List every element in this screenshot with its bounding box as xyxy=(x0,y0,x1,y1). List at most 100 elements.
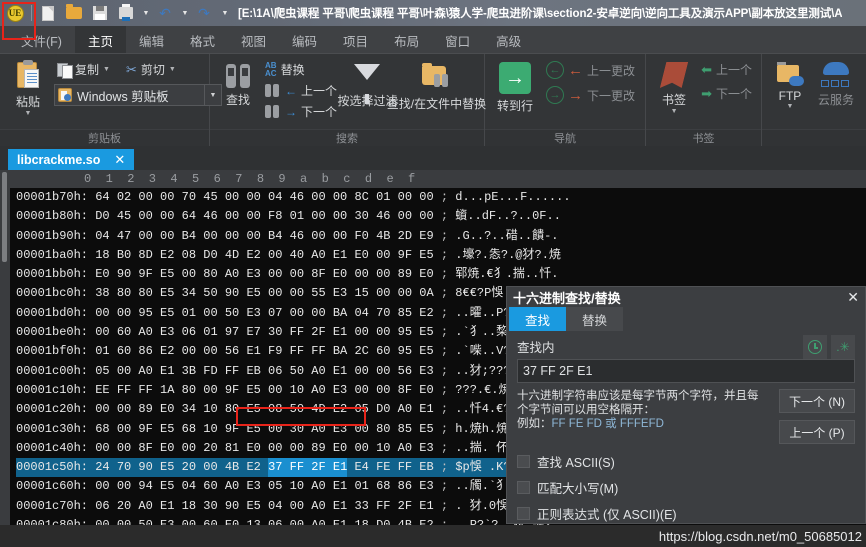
menu-tab-layout[interactable]: 布局 xyxy=(381,26,432,54)
search-input[interactable] xyxy=(517,359,855,383)
cut-button[interactable]: ✂ 剪切 ▼ xyxy=(123,60,179,79)
wildcard-button[interactable]: .✳ xyxy=(831,335,855,359)
dialog-tab-replace[interactable]: 替换 xyxy=(566,307,624,331)
hint-line-2: 个字节间可以用空格隔开： xyxy=(517,404,655,416)
cut-dropdown-caret-icon[interactable]: ▼ xyxy=(169,66,176,73)
ftp-dropdown-caret-icon[interactable]: ▼ xyxy=(787,103,794,110)
bookmark-next-icon: ➡ xyxy=(701,86,712,101)
watermark-url: https://blog.csdn.net/m0_50685012 xyxy=(658,529,862,544)
hex-separator: ; xyxy=(433,382,456,397)
find-prev-button[interactable]: 上一个 (P) xyxy=(779,420,855,444)
hex-row[interactable]: 00001b80h: D0 45 00 00 64 46 00 00 F8 01… xyxy=(16,207,866,226)
goto-line-icon: → xyxy=(499,62,531,94)
document-tab-libcrackme[interactable]: libcrackme.so ✕ xyxy=(8,149,135,170)
menu-tab-encoding[interactable]: 编码 xyxy=(279,26,330,54)
undo-dropdown-caret-icon[interactable]: ▼ xyxy=(180,2,189,24)
title-bar: UE ▼ ↶ ▼ ↷ ▼ [E:\1A\爬虫课程 平哥\爬虫课程 平哥\叶森\猿… xyxy=(0,0,866,26)
dialog-tab-find[interactable]: 查找 xyxy=(509,307,567,331)
checkbox-regex[interactable]: 正则表达式 (仅 ASCII)(E) xyxy=(517,504,855,523)
next-change-button[interactable]: → → 下一更改 xyxy=(543,85,638,105)
hex-ascii: 蠀..dF..?..0F.. xyxy=(455,209,561,224)
menu-tab-view[interactable]: 视图 xyxy=(228,26,279,54)
hex-row[interactable]: 00001b70h: 64 02 00 00 70 45 00 00 04 46… xyxy=(16,188,866,207)
menu-tab-bar: 文件(F) 主页 编辑 格式 视图 编码 项目 布局 窗口 高级 xyxy=(0,26,866,54)
titlebar-divider xyxy=(31,5,32,21)
redo-icon[interactable]: ↷ xyxy=(193,2,215,24)
bookmark-button[interactable]: 书签 ▼ xyxy=(652,58,696,117)
hex-separator: ; xyxy=(433,267,456,282)
find-label: 查找 xyxy=(225,93,250,107)
save-icon[interactable] xyxy=(89,2,111,24)
menu-tab-format[interactable]: 格式 xyxy=(177,26,228,54)
hex-bytes: 00 00 89 E0 34 10 80 E5 08 50 4D E2 05 D… xyxy=(95,402,434,417)
checkbox-box[interactable] xyxy=(517,481,530,494)
find-next-button[interactable]: 下一个 (N) xyxy=(779,389,855,413)
dialog-checkboxes: 查找 ASCII(S) 匹配大小写(M) 正则表达式 (仅 ASCII)(E) xyxy=(517,452,855,523)
undo-icon[interactable]: ↶ xyxy=(154,2,176,24)
cloud-service-button[interactable]: 云服务 xyxy=(812,60,860,110)
menu-tab-file[interactable]: 文件(F) xyxy=(8,26,75,54)
close-icon[interactable]: ✕ xyxy=(114,153,125,166)
open-folder-icon[interactable] xyxy=(63,2,85,24)
checkbox-box[interactable] xyxy=(517,455,530,468)
clipboard-select-value: Windows 剪贴板 xyxy=(77,89,169,104)
hex-address: 00001c40h: xyxy=(16,440,96,455)
menu-tab-project[interactable]: 项目 xyxy=(330,26,381,54)
ftp-button[interactable]: FTP ▼ xyxy=(768,60,812,112)
hint-example-prefix: 例如： xyxy=(517,418,552,430)
checkbox-box[interactable] xyxy=(517,507,530,520)
hint-line-1: 十六进制字符串应该是每字节两个字符，并且每 xyxy=(517,390,759,402)
hex-row[interactable]: 00001b90h: 04 47 00 00 B4 00 00 00 B4 46… xyxy=(16,227,866,246)
prev-change-button[interactable]: ← ← 上一更改 xyxy=(543,60,638,80)
hex-bytes: E0 90 9F E5 00 80 A0 E3 00 00 8F E0 00 0… xyxy=(95,267,434,282)
hex-address: 00001c30h: xyxy=(16,421,96,436)
bookmark-prev-icon: ⬅ xyxy=(701,62,712,77)
menu-tab-home[interactable]: 主页 xyxy=(74,26,126,54)
paste-button[interactable]: 粘贴 ▼ xyxy=(6,58,50,119)
find-prev-label: 上一个 xyxy=(301,84,338,98)
cloud-icon xyxy=(819,62,853,88)
print-icon[interactable] xyxy=(115,2,137,24)
hex-ascii: .G..?..碏..饋-. xyxy=(455,228,559,243)
hex-row[interactable]: 00001bb0h: E0 90 9F E5 00 80 A0 E3 00 00… xyxy=(16,265,866,284)
menu-tab-advanced[interactable]: 高级 xyxy=(483,26,534,54)
goto-line-button[interactable]: → 转到行 xyxy=(491,58,539,116)
hex-bytes: 64 02 00 00 70 45 00 00 04 46 00 00 8C 0… xyxy=(95,190,434,204)
close-icon[interactable]: ✕ xyxy=(847,290,859,304)
checkbox-find-ascii[interactable]: 查找 ASCII(S) xyxy=(517,452,855,471)
clipboard-select[interactable]: Windows 剪贴板 ▼ xyxy=(54,84,222,106)
menu-tab-edit[interactable]: 编辑 xyxy=(126,26,177,54)
hex-address: 00001c70h: xyxy=(16,498,96,513)
hex-separator: ; xyxy=(433,325,456,340)
app-logo-icon[interactable]: UE xyxy=(4,2,26,24)
find-prev-button[interactable]: ← 上一个 xyxy=(262,81,340,100)
replace-button[interactable]: AB AC 替换 xyxy=(262,60,340,79)
bookmark-dropdown-caret-icon[interactable]: ▼ xyxy=(671,108,678,115)
cut-label: 剪切 xyxy=(140,63,165,77)
dialog-title: 十六进制查找/替换 xyxy=(513,290,621,306)
menu-tab-window[interactable]: 窗口 xyxy=(432,26,483,54)
paste-dropdown-caret-icon[interactable]: ▼ xyxy=(25,110,32,117)
customize-caret-icon[interactable]: ▼ xyxy=(219,2,230,24)
new-document-icon[interactable] xyxy=(37,2,59,24)
dialog-body: .✳ 查找内 十六进制字符串应该是每字节两个字符，并且每 个字节间可以用空格隔开… xyxy=(507,331,865,523)
hex-scrollbar[interactable] xyxy=(0,170,10,525)
bookmark-prev-button[interactable]: ⬅ 上一个 xyxy=(698,60,755,79)
find-replace-in-files-button[interactable]: 查找/在文件中替换 xyxy=(387,58,486,114)
checkbox-match-case[interactable]: 匹配大小写(M) xyxy=(517,478,855,497)
hex-ascii: .壕?.怣?.@犲?.焼 xyxy=(455,247,561,262)
checkbox-regex-label: 正则表达式 (仅 ASCII)(E) xyxy=(537,508,677,522)
bookmark-next-button[interactable]: ➡ 下一个 xyxy=(698,84,755,103)
copy-dropdown-caret-icon[interactable]: ▼ xyxy=(103,66,110,73)
hex-separator: ; xyxy=(434,516,456,525)
find-button[interactable]: 查找 xyxy=(216,58,260,110)
hex-row[interactable]: 00001ba0h: 18 B0 8D E2 08 D0 4D E2 00 40… xyxy=(16,246,866,265)
history-button[interactable] xyxy=(803,335,827,359)
hex-bytes: 01 60 86 E2 00 00 56 E1 F9 FF FF BA 2C 6… xyxy=(95,344,434,359)
hex-address: 00001ba0h: xyxy=(16,247,96,262)
print-dropdown-caret-icon[interactable]: ▼ xyxy=(141,2,150,24)
copy-button[interactable]: 复制 ▼ xyxy=(54,60,113,79)
find-next-label: 下一个 xyxy=(301,105,338,119)
find-next-button[interactable]: → 下一个 xyxy=(262,102,340,121)
ribbon-group-clipboard: 粘贴 ▼ 复制 ▼ ✂ 剪切 ▼ Windows 剪贴板 ▼ 剪贴板 xyxy=(0,54,222,146)
